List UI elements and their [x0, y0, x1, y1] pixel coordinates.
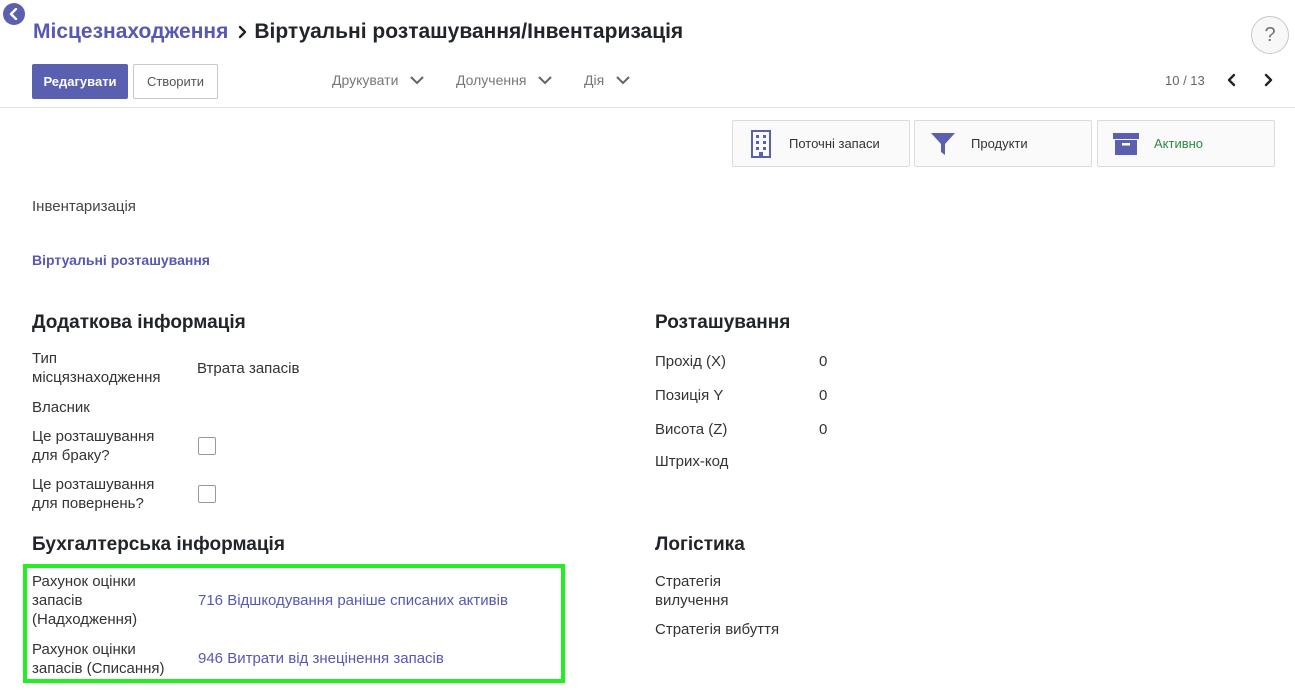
active-label: Активно: [1154, 136, 1204, 151]
height-z-label: Висота (Z): [655, 421, 728, 438]
help-button[interactable]: ?: [1251, 16, 1289, 54]
location-type-value[interactable]: Втрата запасів: [197, 360, 299, 377]
back-arrow-icon[interactable]: [3, 3, 25, 25]
return-location-checkbox[interactable]: [198, 485, 216, 503]
pager-previous-icon[interactable]: [1225, 72, 1239, 88]
building-icon: [747, 129, 775, 158]
chevron-right-icon: [238, 25, 248, 39]
pager-value[interactable]: 10 / 13: [1165, 73, 1205, 88]
breadcrumb-parent-link[interactable]: Місцезнаходження: [33, 20, 228, 44]
return-location-label: Це розташування для повернень?: [32, 476, 155, 512]
create-button[interactable]: Створити: [133, 64, 218, 99]
filter-icon: [929, 130, 957, 158]
edit-button[interactable]: Редагувати: [32, 64, 128, 99]
chevron-down-icon: [410, 76, 424, 85]
barcode-label: Штрих-код: [655, 453, 729, 470]
scrap-location-label: Це розташування для браку?: [32, 428, 155, 464]
corridor-x-label: Прохід (X): [655, 353, 727, 370]
active-toggle-button[interactable]: Активно: [1097, 120, 1275, 167]
chevron-down-icon: [616, 76, 630, 85]
products-button[interactable]: Продукти: [914, 120, 1092, 167]
current-stock-button[interactable]: Поточні запаси: [732, 120, 910, 167]
location-type-label: Тип місцязнаходження: [32, 350, 161, 386]
action-dropdown[interactable]: Дія: [584, 72, 630, 88]
pager-next-icon[interactable]: [1261, 72, 1275, 88]
shelf-y-label: Позиція Y: [655, 387, 724, 404]
accounting-info-title: Бухгалтерська інформація: [32, 534, 285, 555]
height-z-value[interactable]: 0: [819, 421, 827, 438]
attachment-dropdown[interactable]: Долучення: [456, 72, 552, 88]
archive-icon: [1112, 130, 1140, 158]
removal-strategy-label: Стратегія вилучення: [655, 573, 729, 609]
location-name[interactable]: Інвентаризація: [32, 198, 136, 215]
corridor-x-value[interactable]: 0: [819, 353, 827, 370]
current-stock-label: Поточні запаси: [789, 136, 880, 151]
logistics-title: Логістика: [655, 534, 745, 555]
control-panel: Місцезнаходження Віртуальні розташування…: [0, 0, 1295, 108]
scrap-location-checkbox[interactable]: [198, 437, 216, 455]
shelf-y-value[interactable]: 0: [819, 387, 827, 404]
owner-label: Власник: [32, 399, 90, 416]
print-dropdown[interactable]: Друкувати: [332, 72, 424, 88]
breadcrumb-current: Віртуальні розташування/Інвентаризація: [254, 20, 684, 43]
putaway-strategy-label: Стратегія вибуття: [655, 621, 780, 638]
highlight-box: [23, 564, 565, 683]
breadcrumb: Місцезнаходження Віртуальні розташування…: [33, 20, 683, 44]
parent-location-link[interactable]: Віртуальні розташування: [32, 252, 210, 268]
chevron-down-icon: [538, 76, 552, 85]
localization-title: Розташування: [655, 312, 791, 333]
products-label: Продукти: [971, 136, 1028, 151]
additional-info-title: Додаткова інформація: [32, 312, 246, 333]
action-dropdown-label: Дія: [584, 72, 605, 88]
print-dropdown-label: Друкувати: [332, 72, 399, 88]
attachment-dropdown-label: Долучення: [456, 72, 527, 88]
